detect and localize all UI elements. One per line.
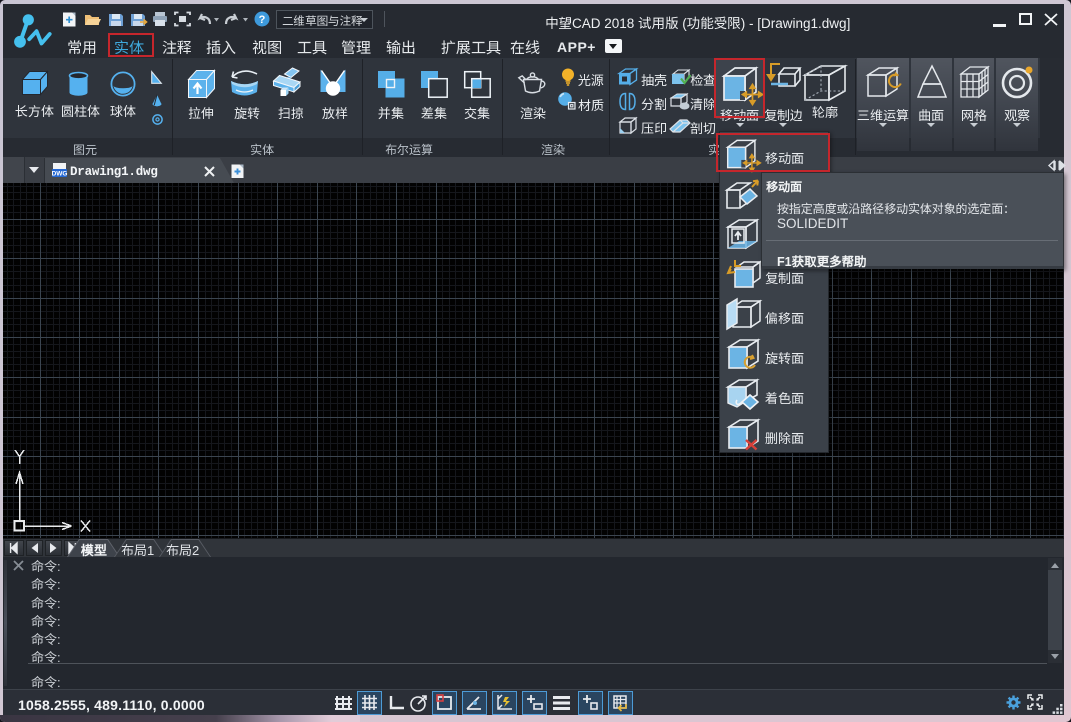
svg-text:?: ?: [259, 14, 266, 26]
svg-text:DWG: DWG: [52, 171, 68, 178]
